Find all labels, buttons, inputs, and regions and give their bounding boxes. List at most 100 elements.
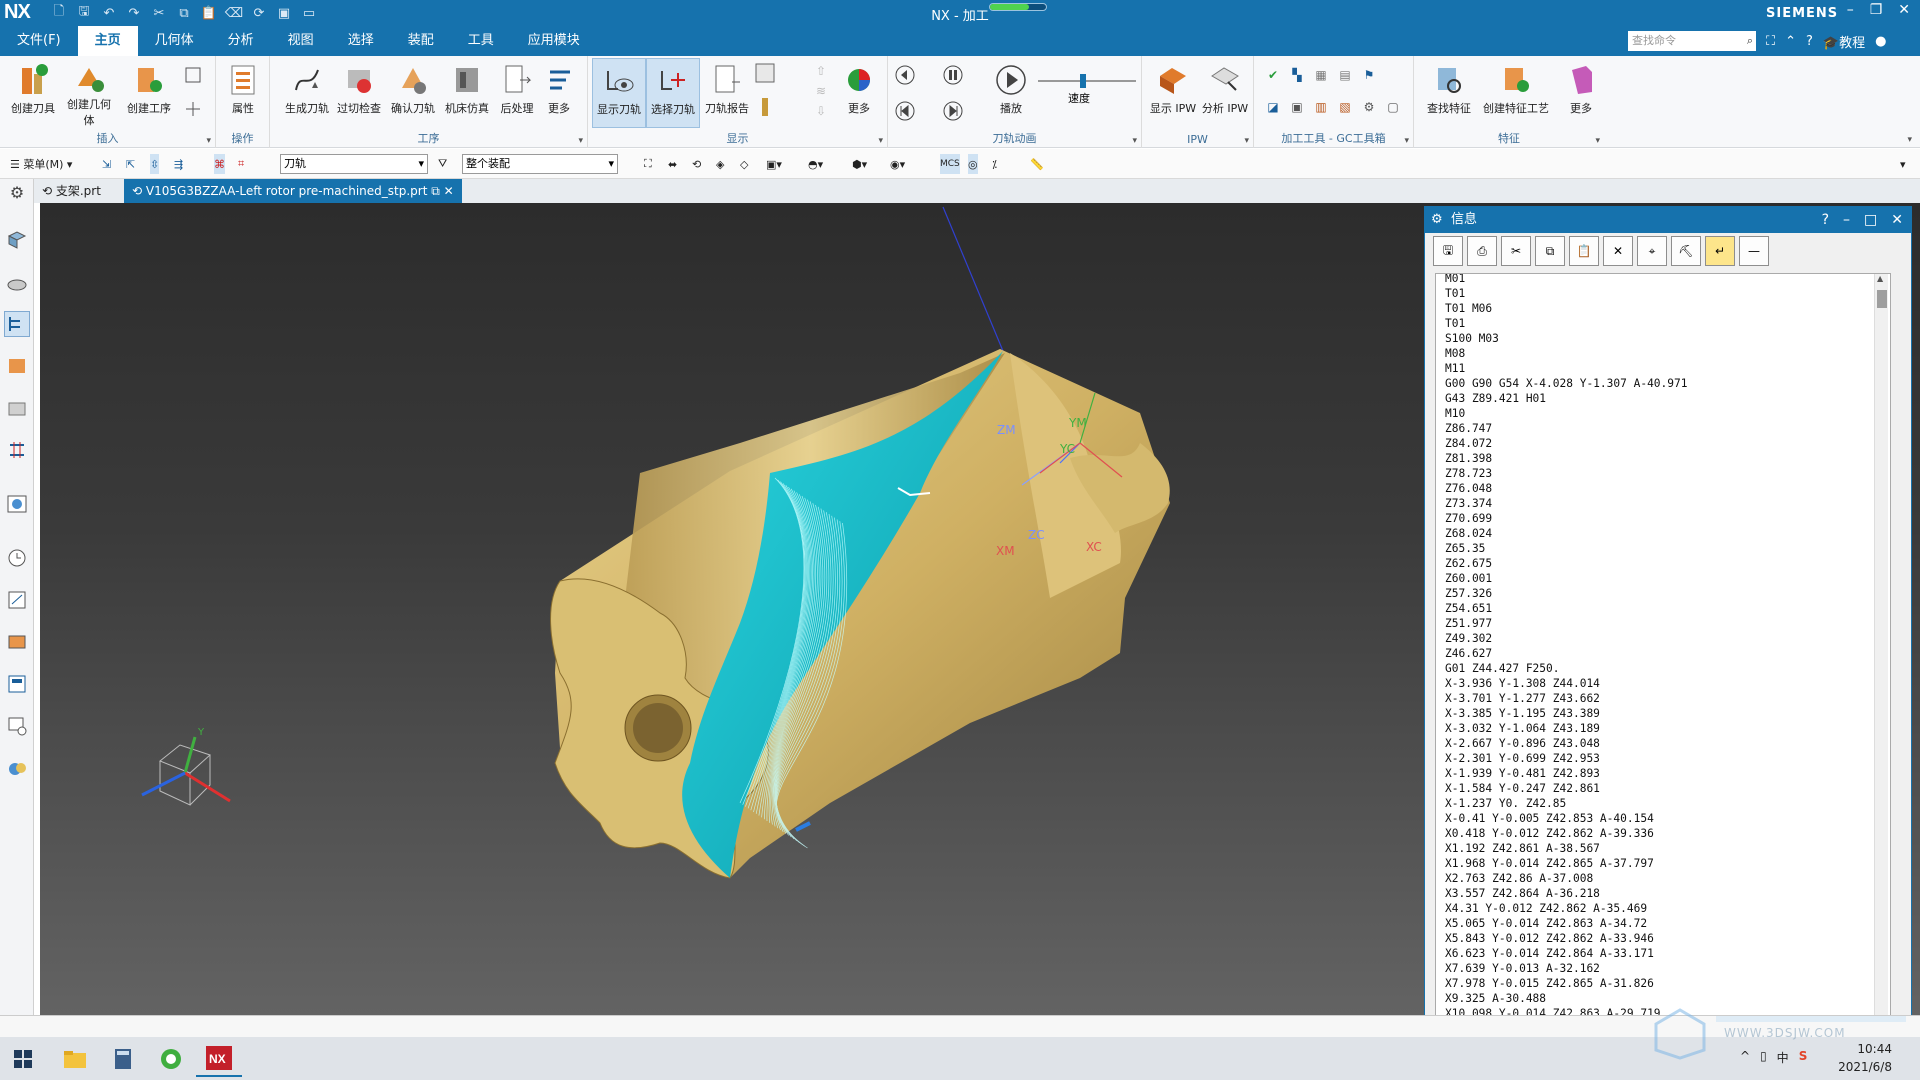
machine-simulation-button[interactable]: 机床仿真 <box>440 58 494 128</box>
group-expand-icon[interactable]: ▾ <box>1595 136 1600 146</box>
gc-check-icon[interactable]: ✔ <box>1262 64 1284 86</box>
print-icon[interactable]: ⎙ <box>1467 236 1497 266</box>
ribbon-options-icon[interactable]: ▾ <box>1907 135 1912 145</box>
gc-tool-icon-9[interactable]: ▢ <box>1382 96 1404 118</box>
group-expand-icon[interactable]: ▾ <box>878 136 883 146</box>
rotate-icon[interactable]: ⟲ <box>692 154 701 174</box>
menu-tab[interactable]: 应用模块 <box>511 26 597 56</box>
fullscreen-icon[interactable]: ⛶ <box>1766 34 1775 49</box>
speed-slider[interactable] <box>1038 74 1136 88</box>
insert-small-icon-2[interactable] <box>182 98 204 120</box>
menu-button[interactable]: ☰ 菜单(M) ▾ <box>10 154 72 174</box>
minimize-icon[interactable]: – <box>1843 207 1850 233</box>
system-clock[interactable]: 10:44 2021/6/8 <box>1838 1040 1892 1076</box>
minimize-icon[interactable]: – <box>1847 2 1854 18</box>
cut-icon[interactable]: ✂ <box>1501 236 1531 266</box>
select-filter-icon-3[interactable]: ⇳ <box>150 154 160 174</box>
window-menu-icon[interactable]: ▭ <box>298 4 320 22</box>
speed-thumb[interactable] <box>1080 74 1086 88</box>
move-up-icon[interactable]: ⇧ <box>810 60 832 82</box>
process-more-button[interactable]: 更多 <box>532 58 586 128</box>
command-search-input[interactable]: 查找命令 ⌕ <box>1628 31 1756 51</box>
search-icon[interactable]: ⌕ <box>1747 31 1753 51</box>
paste-icon[interactable]: 📋 <box>1569 236 1599 266</box>
group-expand-icon[interactable]: ▾ <box>206 136 211 146</box>
find-icon[interactable]: ⌖ <box>1637 236 1667 266</box>
group-expand-icon[interactable]: ▾ <box>1404 136 1409 146</box>
gc-tool-icon-2[interactable]: ▦ <box>1310 64 1332 86</box>
display-mode-icon[interactable]: ⬢▾ <box>852 154 867 174</box>
window-switch-icon[interactable]: ▣ <box>273 4 295 22</box>
delete-icon[interactable]: ⌫ <box>223 4 245 22</box>
toolpath-filter-icon[interactable]: ⌘ <box>214 154 225 174</box>
gc-tool-icon-7[interactable]: ▧ <box>1334 96 1356 118</box>
process-studio-icon[interactable] <box>4 587 30 613</box>
menu-tab[interactable]: 分析 <box>211 26 271 56</box>
reuse-library-icon[interactable] <box>4 671 30 697</box>
rewind-icon[interactable] <box>894 100 916 122</box>
options-icon[interactable]: ● <box>1875 34 1886 49</box>
help-icon[interactable]: ? <box>1822 207 1829 233</box>
create-geometry-button[interactable]: 创建几何体 <box>62 58 116 128</box>
network-icon[interactable]: ▯ <box>1760 1049 1767 1066</box>
sogou-icon[interactable]: S <box>1799 1049 1808 1066</box>
save-icon[interactable]: 🖫 <box>73 4 95 22</box>
step-back-icon[interactable] <box>894 64 916 86</box>
group-expand-icon[interactable]: ▾ <box>1244 136 1249 146</box>
binoculars-icon[interactable]: ⛏ <box>1671 236 1701 266</box>
create-feature-process-button[interactable]: 创建特征工艺 <box>1478 58 1554 128</box>
play-button[interactable]: 播放 <box>984 58 1038 128</box>
create-operation-button[interactable]: 创建工序 <box>122 58 176 128</box>
save-as-icon[interactable]: 🖫 <box>1433 236 1463 266</box>
show-hide-icon[interactable]: ◎ <box>968 154 978 174</box>
document-tab[interactable]: ⟲ V105G3BZZAA-Left rotor pre-machined_st… <box>124 179 462 203</box>
undo-icon[interactable]: ↶ <box>98 4 120 22</box>
menu-tab[interactable]: 视图 <box>271 26 331 56</box>
history-icon[interactable] <box>4 545 30 571</box>
copy-icon[interactable]: ⧉ <box>1535 236 1565 266</box>
gc-tool-icon-1[interactable]: ▚ <box>1286 64 1308 86</box>
find-feature-button[interactable]: 查找特征 <box>1422 58 1476 128</box>
group-expand-icon[interactable]: ▾ <box>578 136 583 146</box>
word-wrap-icon[interactable]: ↵ <box>1705 236 1735 266</box>
file-explorer-icon[interactable] <box>52 1041 98 1077</box>
menu-tab[interactable]: 选择 <box>331 26 391 56</box>
new-file-icon[interactable]: 🗋 <box>48 4 70 22</box>
assembly-navigator-icon[interactable] <box>4 227 30 253</box>
cut-icon[interactable]: ✂ <box>148 4 170 22</box>
verify-toolpath-button[interactable]: 确认刀轨 <box>386 58 440 128</box>
nx-taskbar-icon[interactable]: NX <box>196 1041 242 1077</box>
help-icon[interactable]: ? <box>1806 34 1813 49</box>
machine-tool-navigator-icon[interactable] <box>4 353 30 379</box>
shaded-icon[interactable]: ◈ <box>716 154 724 174</box>
delete-icon[interactable]: ✕ <box>1603 236 1633 266</box>
gc-tool-icon-4[interactable]: ◪ <box>1262 96 1284 118</box>
settings-icon[interactable]: ⚙ <box>4 179 30 205</box>
machining-feature-navigator-icon[interactable] <box>4 395 30 421</box>
calculator-icon[interactable] <box>100 1041 146 1077</box>
scrollbar-thumb[interactable] <box>1877 290 1887 308</box>
system-materials-icon[interactable] <box>4 755 30 781</box>
menu-tab[interactable]: 工具 <box>451 26 511 56</box>
select-toolpath-button[interactable]: 选择刀轨 <box>646 58 700 128</box>
type-filter-dropdown[interactable]: 刀轨 ▾ <box>280 154 428 174</box>
snap-icon[interactable]: ⁒ <box>992 154 997 174</box>
fit-view-icon[interactable]: ⛶ <box>644 154 652 174</box>
menu-tab[interactable]: 文件(F) <box>0 26 78 56</box>
select-filter-icon-2[interactable]: ⇱ <box>126 154 135 174</box>
move-down-icon[interactable]: ⇩ <box>810 100 832 122</box>
analyze-ipw-button[interactable]: 分析 IPW <box>1198 58 1252 128</box>
toolpath-filter-icon-2[interactable]: ⌗ <box>238 154 244 174</box>
constraint-navigator-icon[interactable] <box>4 437 30 463</box>
show-ipw-button[interactable]: 显示 IPW <box>1146 58 1200 128</box>
gc-tool-icon-8[interactable]: ⚙ <box>1358 96 1380 118</box>
group-expand-icon[interactable]: ▾ <box>1132 136 1137 146</box>
toolpath-report-button[interactable]: 刀轨报告 <box>700 58 754 128</box>
operation-navigator-icon[interactable] <box>4 311 30 337</box>
layer-icon[interactable]: ≋ <box>810 80 832 102</box>
gc-tool-icon-6[interactable]: ▥ <box>1310 96 1332 118</box>
display-more-button[interactable]: 更多 <box>832 58 886 128</box>
toolbar-options-icon[interactable]: ▾ <box>1900 154 1906 174</box>
repeat-command-icon[interactable]: ⟳ <box>248 4 270 22</box>
tutorial-link[interactable]: 🎓教程 <box>1823 32 1865 51</box>
